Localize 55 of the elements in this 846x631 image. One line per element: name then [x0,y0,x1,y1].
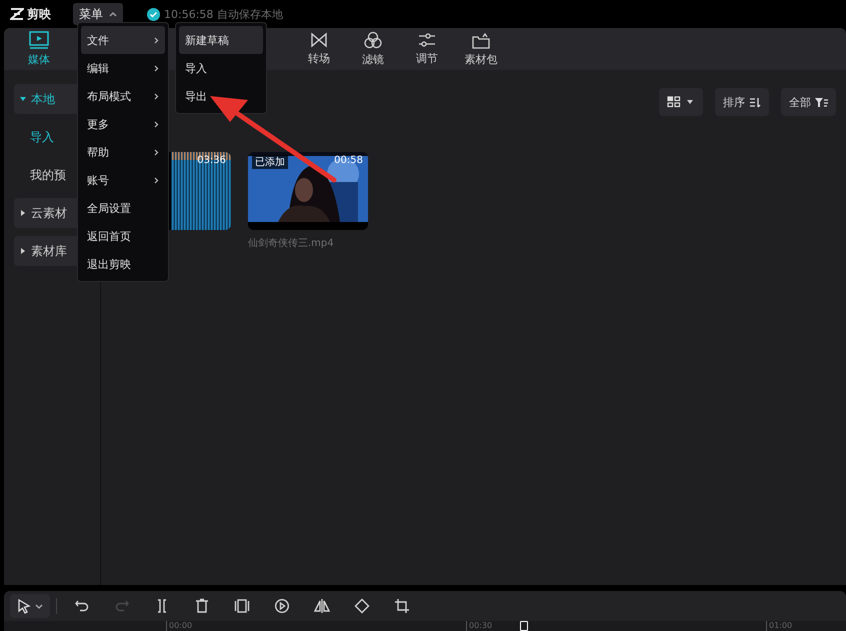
autosave-status: 10:56:58 自动保存本地 [164,6,283,22]
trash-icon [194,598,210,614]
panel-tab[interactable]: 媒体 [12,28,66,70]
disclosure-icon [20,248,26,254]
caret-icon [685,99,695,105]
panel-tab[interactable]: 滤镜 [346,28,400,70]
filter-icon [364,31,382,49]
funnel-icon [815,96,828,108]
ruler-label: 00:00 [166,621,192,631]
caret-icon [109,11,117,17]
pointer-icon [17,598,31,614]
panel-tab[interactable]: 素材包 [454,28,508,70]
disclosure-icon [20,210,26,216]
undo-icon [74,598,90,614]
mirror-icon [314,598,330,614]
view-mode-button[interactable] [659,88,703,116]
media-thumbnail[interactable]: 已添加 00:58 [248,152,368,230]
crop-icon [394,598,410,614]
playhead[interactable] [520,621,528,631]
chevron-right-icon [154,64,159,72]
panel-tab[interactable]: 转场 [292,28,346,70]
select-tool-button[interactable] [10,594,50,618]
sort-button[interactable]: 排序 [715,88,769,116]
duration-label: 03:36 [197,155,226,166]
chevron-right-icon [154,176,159,184]
filter-button[interactable]: 全部 [781,88,836,116]
chevron-right-icon [154,148,159,156]
file-name: 仙剑奇侠传三.mp4 [248,236,335,250]
redo-icon [114,598,130,614]
chevron-right-icon [154,92,159,100]
menu-item[interactable]: 文件 [81,26,165,54]
logo-icon [10,8,24,20]
added-label: 已添加 [252,155,288,169]
disclosure-icon [20,96,26,102]
menu-item[interactable]: 导入 [179,54,263,82]
sort-icon [749,96,761,108]
duration-label: 00:58 [334,155,363,166]
folder-icon [472,32,490,48]
check-circle-icon [147,8,160,20]
chevron-right-icon [154,120,159,128]
panel-tab[interactable]: 调节 [400,28,454,70]
menu-item[interactable]: 新建草稿 [179,26,263,54]
frame-icon [234,598,250,614]
chevron-right-icon [154,36,159,44]
menu-item[interactable]: 导出 [179,82,263,110]
bowtie-icon [310,32,328,48]
sliders-icon [418,32,436,48]
app-name: 剪映 [27,6,51,22]
ruler-label: 01:00 [766,621,792,631]
play-circle-icon [274,598,290,614]
ruler-label: 00:30 [466,621,492,631]
grid-icon [667,96,681,108]
media-icon [29,31,49,49]
menu-item[interactable]: 编辑 [81,54,165,82]
caret-icon [35,604,43,608]
